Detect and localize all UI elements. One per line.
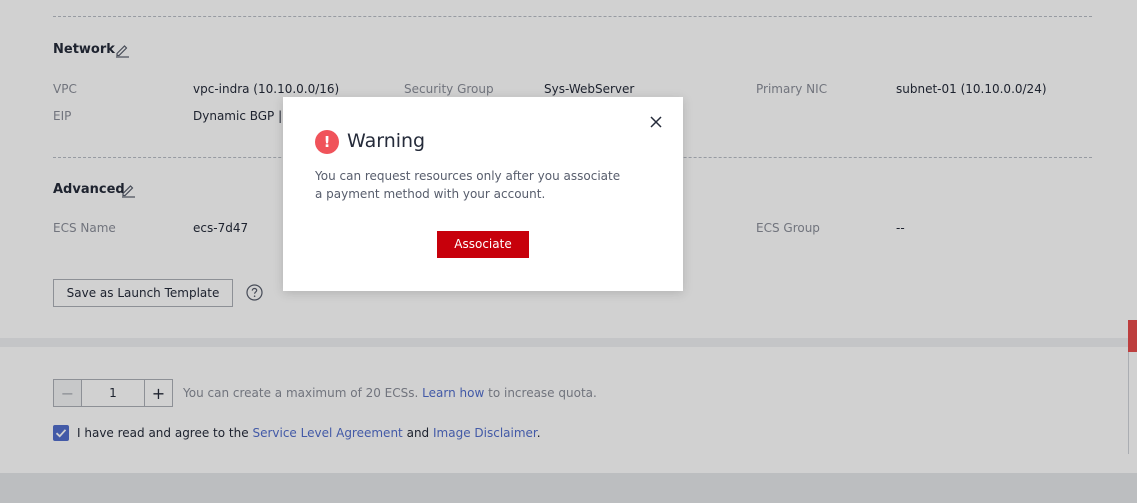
warning-icon: ! <box>315 130 339 154</box>
associate-button[interactable]: Associate <box>437 231 529 258</box>
dialog-title: Warning <box>347 130 426 152</box>
warning-dialog: ! Warning You can request resources only… <box>283 97 683 291</box>
dialog-message: You can request resources only after you… <box>315 169 621 201</box>
close-icon[interactable] <box>649 115 663 129</box>
